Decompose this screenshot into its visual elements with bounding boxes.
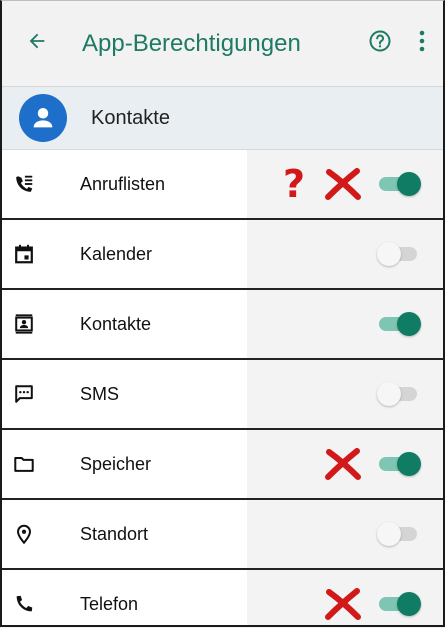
- more-options-button[interactable]: [407, 27, 437, 61]
- app-permissions-screen: App-Berechtigungen Kontakte Anruflisten?…: [0, 0, 445, 627]
- question-mark-annotation: ?: [282, 162, 305, 206]
- permission-row-sms[interactable]: SMS: [2, 360, 443, 430]
- permission-row-speicher[interactable]: Speicher: [2, 430, 443, 500]
- toggle-thumb: [397, 312, 421, 336]
- permission-row-kalender[interactable]: Kalender: [2, 220, 443, 290]
- help-circle-icon: [368, 29, 392, 58]
- permission-row-standort[interactable]: Standort: [2, 500, 443, 570]
- toggle-thumb: [397, 172, 421, 196]
- toggle-thumb: [377, 242, 401, 266]
- permission-controls: ?: [283, 165, 435, 203]
- permission-label: Kontakte: [80, 313, 152, 334]
- permission-label: Kalender: [80, 243, 153, 264]
- permission-toggle[interactable]: [377, 592, 421, 616]
- toggle-thumb: [377, 382, 401, 406]
- calendar-icon: [12, 242, 36, 266]
- app-group-header: Kontakte: [2, 87, 443, 150]
- sms-icon: [12, 382, 36, 406]
- help-button[interactable]: [363, 27, 397, 61]
- permission-toggle[interactable]: [377, 312, 421, 336]
- permission-label: Telefon: [80, 593, 139, 614]
- permission-label: Standort: [80, 523, 149, 544]
- location-icon: [12, 522, 36, 546]
- page-title: App-Berechtigungen: [82, 29, 301, 57]
- permission-toggle[interactable]: [377, 522, 421, 546]
- app-name: Kontakte: [91, 106, 170, 129]
- phone-icon: [12, 592, 36, 616]
- permission-controls: [323, 588, 435, 620]
- permission-toggle[interactable]: [377, 382, 421, 406]
- permission-label: Speicher: [80, 453, 152, 474]
- permission-row-telefon[interactable]: Telefon: [2, 570, 443, 625]
- permission-toggle[interactable]: [377, 452, 421, 476]
- toggle-thumb: [397, 452, 421, 476]
- red-cross-icon: [323, 168, 363, 200]
- permission-controls: [377, 242, 435, 266]
- permission-list: Anruflisten? Kalender Kontakte SMS Speicher S…: [2, 150, 443, 625]
- call-log-icon: [12, 172, 36, 196]
- permission-row-anruflisten[interactable]: Anruflisten?: [2, 150, 443, 220]
- toggle-thumb: [377, 522, 401, 546]
- folder-icon: [12, 452, 36, 476]
- permission-toggle[interactable]: [377, 172, 421, 196]
- contacts-icon: [12, 312, 36, 336]
- app-bar: App-Berechtigungen: [2, 1, 443, 87]
- permission-row-kontakte[interactable]: Kontakte: [2, 290, 443, 360]
- permission-controls: [323, 448, 435, 480]
- permission-controls: [377, 522, 435, 546]
- red-cross-icon: [323, 448, 363, 480]
- back-button[interactable]: [20, 27, 54, 61]
- permission-controls: [377, 382, 435, 406]
- permission-controls: [377, 312, 435, 336]
- red-cross-icon: [323, 588, 363, 620]
- permission-label: SMS: [80, 383, 120, 404]
- permission-label: Anruflisten: [80, 173, 166, 194]
- toggle-thumb: [397, 592, 421, 616]
- person-avatar-icon: [19, 94, 67, 142]
- more-vert-icon: [418, 30, 426, 57]
- permission-toggle[interactable]: [377, 242, 421, 266]
- arrow-back-icon: [26, 30, 48, 57]
